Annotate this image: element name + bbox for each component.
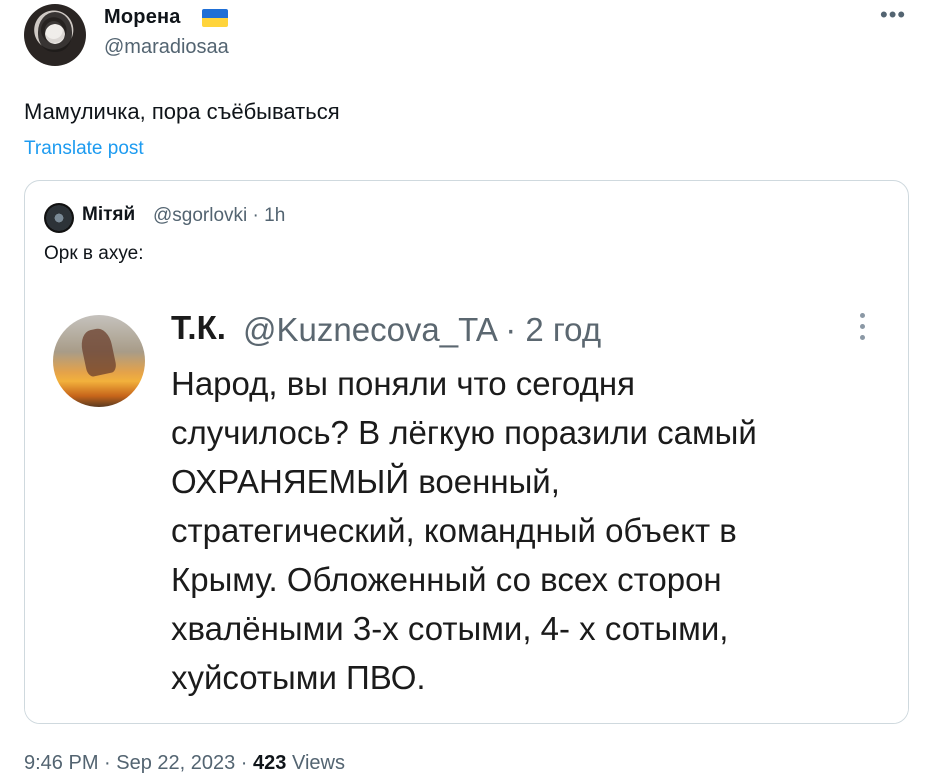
quoted-author-name: Мітяй — [82, 204, 136, 225]
quoted-author-handle: @sgorlovki · 1h — [153, 205, 286, 226]
embedded-screenshot: Т.К. @Kuznecova_TA · 2 год Народ, вы пон… — [25, 283, 908, 723]
embedded-text-line: Крыму. Обложенный со всех сторон — [171, 561, 722, 598]
more-horizontal-icon[interactable]: ••• — [880, 4, 906, 26]
embedded-author-handle: @Kuznecova_TA · 2 год — [243, 311, 602, 348]
embedded-text-line: хуйсотыми ПВО. — [171, 659, 426, 696]
quoted-tweet-text: Орк в ахуе: — [44, 243, 144, 264]
embedded-text-line: случилось? В лёгкую поразили самый — [171, 414, 757, 451]
tweet: Морена @maradiosaa ••• Мамуличка, пора с… — [0, 0, 944, 783]
timestamp[interactable]: 9:46 PM · Sep 22, 2023 · — [24, 752, 253, 774]
tweet-text: Мамуличка, пора съёбываться — [24, 99, 340, 124]
more-vertical-icon — [860, 313, 866, 346]
author-avatar[interactable] — [24, 4, 86, 66]
quoted-author-avatar — [44, 203, 74, 233]
ukraine-flag-icon — [202, 9, 228, 27]
embedded-text-line: ОХРАНЯЕМЫЙ военный, — [171, 463, 560, 500]
embedded-text-line: Народ, вы поняли что сегодня — [171, 365, 635, 402]
views-count[interactable]: 423 — [253, 752, 286, 774]
embedded-author-name: Т.К. — [171, 309, 226, 346]
tweet-meta: 9:46 PM · Sep 22, 2023 · 423 Views — [24, 752, 345, 775]
author-name[interactable]: Морена — [104, 6, 181, 29]
quoted-tweet[interactable]: Мітяй @sgorlovki · 1h Орк в ахуе: Т.К. @… — [24, 180, 909, 724]
translate-post-link[interactable]: Translate post — [24, 138, 144, 160]
embedded-post-text: Народ, вы поняли что сегодня случилось? … — [171, 359, 871, 702]
embedded-text-line: стратегический, командный объект в — [171, 512, 737, 549]
embedded-author-avatar — [53, 315, 145, 407]
views-label: Views — [286, 752, 345, 774]
author-handle[interactable]: @maradiosaa — [104, 36, 229, 59]
embedded-text-line: хвалёными 3-х сотыми, 4- х сотыми, — [171, 610, 729, 647]
